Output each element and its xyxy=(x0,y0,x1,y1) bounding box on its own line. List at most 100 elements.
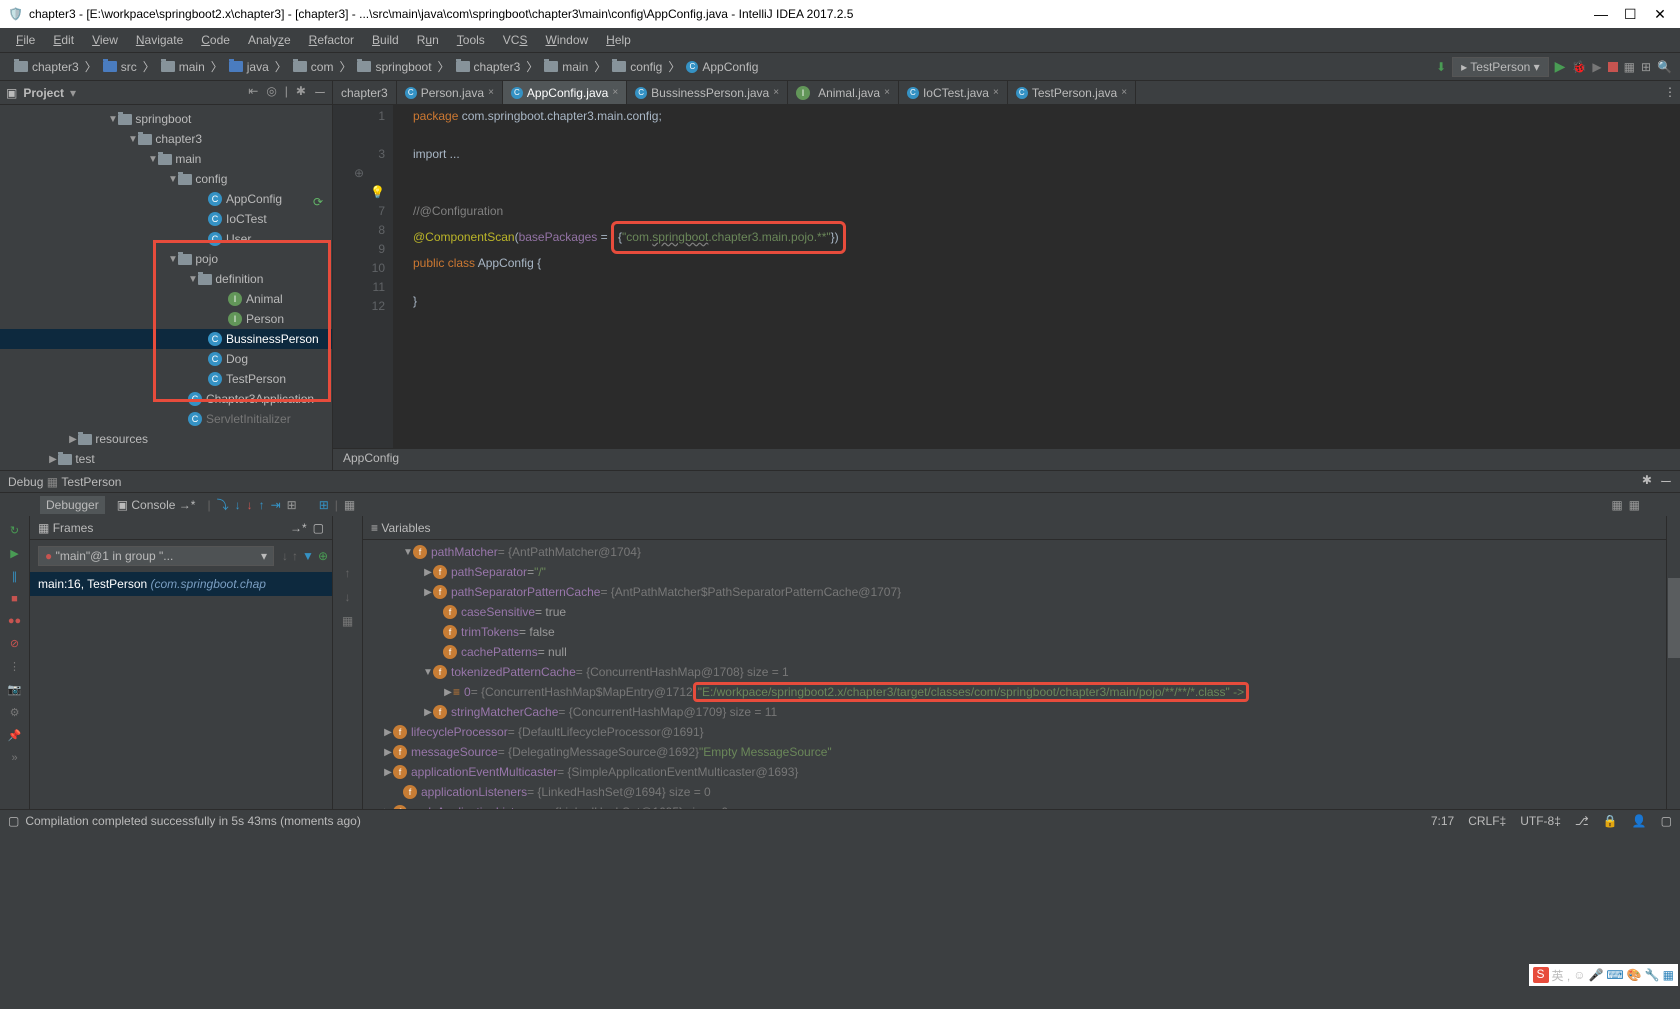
crumb-main-2[interactable]: main xyxy=(538,59,594,75)
code-text[interactable]: package com.springboot.chapter3.main.con… xyxy=(393,105,1680,448)
gear-icon[interactable]: ✱ xyxy=(296,84,306,101)
debug-button[interactable]: 🐞 xyxy=(1571,60,1586,74)
evaluate-icon[interactable]: ⊞ xyxy=(319,498,329,512)
close-icon[interactable]: × xyxy=(1121,87,1127,98)
crumb-java[interactable]: java xyxy=(223,59,275,75)
settings-icon[interactable]: ⚙ xyxy=(10,706,20,719)
close-icon[interactable]: × xyxy=(612,87,618,98)
menu-analyze[interactable]: Analyze xyxy=(240,31,299,49)
tree-servletinit[interactable]: CServletInitializer xyxy=(0,409,332,429)
crumb-config[interactable]: config xyxy=(606,59,668,75)
more-icon[interactable]: ⋮ xyxy=(9,660,20,673)
menu-view[interactable]: View xyxy=(84,31,126,49)
thread-selector[interactable]: ● "main"@1 in group "...▾ xyxy=(38,546,274,566)
crumb-chapter3[interactable]: chapter3 xyxy=(8,59,85,75)
tree-chapter3app[interactable]: CChapter3Application xyxy=(0,389,332,409)
close-icon[interactable]: × xyxy=(884,87,890,98)
menu-refactor[interactable]: Refactor xyxy=(301,31,362,49)
crumb-springboot[interactable]: springboot xyxy=(351,59,437,75)
menu-navigate[interactable]: Navigate xyxy=(128,31,191,49)
mute-icon[interactable]: ⊘ xyxy=(10,637,19,650)
tree-test[interactable]: ▶ test xyxy=(0,449,332,469)
step-over-icon[interactable]: ⤵ xyxy=(217,496,229,513)
force-step-icon[interactable]: ↓ xyxy=(247,498,253,512)
scroll-icon[interactable]: ◎ xyxy=(266,84,276,101)
restore-icon[interactable]: ▦ xyxy=(342,614,353,628)
restore-icon[interactable]: ▢ xyxy=(313,521,324,535)
keyboard-icon[interactable]: ⌨ xyxy=(1606,968,1623,982)
build-icon[interactable]: ⬇ xyxy=(1436,60,1446,74)
tree-definition[interactable]: ▼ definition xyxy=(0,269,332,289)
tree-dog[interactable]: CDog xyxy=(0,349,332,369)
camera-icon[interactable]: 📷 xyxy=(8,683,22,696)
stop-icon[interactable]: ■ xyxy=(11,593,18,605)
emoji-icon[interactable]: ☺ xyxy=(1573,968,1585,982)
crumb-chapter3-2[interactable]: chapter3 xyxy=(450,59,527,75)
pause-icon[interactable]: ∥ xyxy=(12,570,18,583)
line-separator[interactable]: CRLF‡ xyxy=(1468,814,1506,828)
more-icon[interactable]: ⋮ xyxy=(1664,85,1676,99)
minimize-button[interactable]: — xyxy=(1594,6,1606,23)
scrollbar[interactable] xyxy=(1666,516,1680,809)
tree-ioctest[interactable]: CIoCTest xyxy=(0,209,332,229)
down-arrow-icon[interactable]: ↓ xyxy=(345,590,351,604)
stop-button[interactable] xyxy=(1608,62,1618,72)
close-icon[interactable]: × xyxy=(773,87,779,98)
rerun-icon[interactable]: ↻ xyxy=(10,524,19,537)
step-out-icon[interactable]: ↑ xyxy=(259,498,265,512)
tab-chapter3[interactable]: chapter3 xyxy=(333,81,397,104)
lock-icon[interactable]: 🔒 xyxy=(1603,814,1618,828)
pin-icon[interactable]: 📌 xyxy=(8,729,22,742)
editor-breadcrumb[interactable]: AppConfig xyxy=(333,448,1680,470)
crumb-appconfig[interactable]: CAppConfig xyxy=(680,59,764,75)
menu-build[interactable]: Build xyxy=(364,31,407,49)
console-tab[interactable]: ▣ Console →* xyxy=(111,496,202,514)
menu-window[interactable]: Window xyxy=(537,31,596,49)
bulb-icon[interactable]: 💡 xyxy=(370,185,385,199)
menu-file[interactable]: File xyxy=(8,31,43,49)
tree-testperson[interactable]: CTestPerson xyxy=(0,369,332,389)
hide-icon[interactable]: ー xyxy=(314,84,326,101)
add-icon[interactable]: ⊕ xyxy=(318,549,328,563)
tab-animal[interactable]: IAnimal.java× xyxy=(788,81,899,104)
tree-main[interactable]: ▼ main xyxy=(0,149,332,169)
skin-icon[interactable]: 🎨 xyxy=(1627,968,1642,982)
tab-bussinessperson[interactable]: CBussinessPerson.java× xyxy=(627,81,788,104)
spring-gutter-icon[interactable]: ⟳ xyxy=(313,195,323,209)
pin-icon[interactable]: ▦ xyxy=(1611,498,1622,512)
mic-icon[interactable]: 🎤 xyxy=(1588,968,1603,982)
coverage-button[interactable]: ▶ xyxy=(1592,60,1601,74)
code-area[interactable]: 1 3⊕ 💡 789 101112 package com.springboot… xyxy=(333,105,1680,448)
run-button[interactable]: ▶ xyxy=(1555,58,1566,75)
inspect-icon[interactable]: 👤 xyxy=(1632,814,1647,828)
drop-frame-icon[interactable]: ⊞ xyxy=(287,498,297,512)
tool-icon[interactable]: 🔧 xyxy=(1645,968,1660,982)
prev-icon[interactable]: →* xyxy=(290,521,307,535)
down-icon[interactable]: ↓ xyxy=(282,549,288,563)
ime-icon[interactable]: S xyxy=(1533,967,1549,983)
tree-appconfig[interactable]: CAppConfig xyxy=(0,189,332,209)
tree-resources[interactable]: ▶ resources xyxy=(0,429,332,449)
gear-icon[interactable]: ✱ xyxy=(1642,473,1652,490)
tab-ioctest[interactable]: CIoCTest.java× xyxy=(899,81,1008,104)
layout-icon[interactable]: ▦ xyxy=(344,498,355,512)
layout-icon[interactable]: ▦ xyxy=(1624,60,1635,74)
status-icon[interactable]: ▢ xyxy=(8,814,19,828)
project-tree[interactable]: ▼ springboot ▼ chapter3 ▼ main ▼ config … xyxy=(0,105,332,473)
menu-code[interactable]: Code xyxy=(193,31,238,49)
tree-chapter3[interactable]: ▼ chapter3 xyxy=(0,129,332,149)
menu-run[interactable]: Run xyxy=(409,31,447,49)
run-to-cursor-icon[interactable]: ⇥ xyxy=(271,498,281,512)
resume-icon[interactable]: ▶ xyxy=(10,547,18,560)
hide-icon[interactable]: ー xyxy=(1660,473,1672,490)
search-icon[interactable]: 🔍 xyxy=(1657,60,1672,74)
debugger-tab[interactable]: Debugger xyxy=(40,496,105,514)
tab-testperson[interactable]: CTestPerson.java× xyxy=(1008,81,1136,104)
encoding[interactable]: UTF-8‡ xyxy=(1520,814,1561,828)
crumb-main[interactable]: main xyxy=(155,59,211,75)
tree-config[interactable]: ▼ config xyxy=(0,169,332,189)
layout-icon-2[interactable]: ⊞ xyxy=(1641,60,1651,74)
menu-edit[interactable]: Edit xyxy=(45,31,82,49)
mem-icon[interactable]: ▢ xyxy=(1661,814,1672,828)
variables-tree[interactable]: ▼fpathMatcher = {AntPathMatcher@1704} ▶f… xyxy=(363,540,1666,809)
